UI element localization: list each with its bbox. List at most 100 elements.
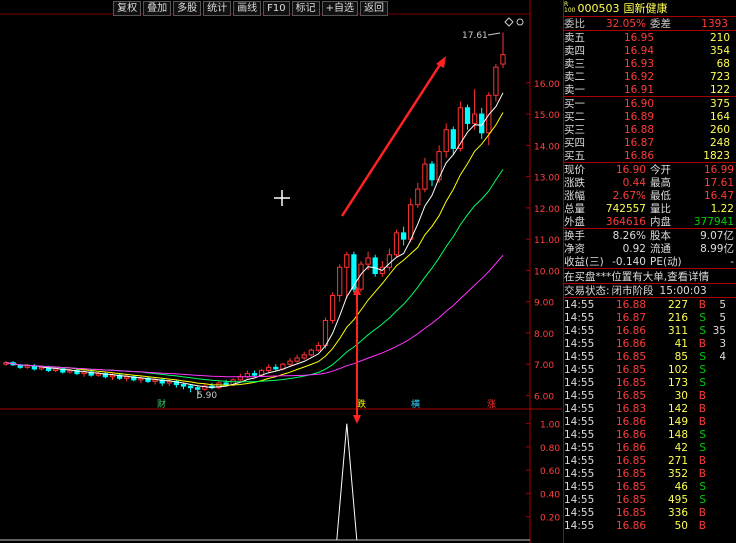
trade-state-value: 闭市阶段 xyxy=(611,285,654,297)
tick-price: 16.83 xyxy=(615,402,646,415)
buy-order-price: 16.87 xyxy=(623,136,654,149)
toolbar-button-4[interactable]: 画线 xyxy=(233,1,262,16)
big-order-notice[interactable]: 在买盘***位置有大单,查看详情 xyxy=(564,268,736,283)
tick-price: 16.86 xyxy=(615,441,646,454)
toolbar-button-0[interactable]: 复权 xyxy=(113,1,142,16)
candle-body xyxy=(337,266,343,296)
stat-value: 16.47 xyxy=(703,189,734,202)
stat-label: 涨幅 xyxy=(564,190,585,202)
tick-time: 14:55 xyxy=(564,402,595,415)
toolbar-button-5[interactable]: F10 xyxy=(263,1,290,16)
sell-order-label: 卖一 xyxy=(564,84,585,96)
toolbar-button-6[interactable]: 标记 xyxy=(291,1,320,16)
circle-icon xyxy=(516,18,524,26)
stat-value: 0.44 xyxy=(622,176,646,189)
high-label-pointer xyxy=(487,32,501,36)
stat-value: 377941 xyxy=(693,215,734,228)
ma5-line xyxy=(5,92,504,388)
volume-tick-label: 1.00 xyxy=(540,421,560,431)
share-stats: 换手 8.26% 股本 9.07亿 净资 0.92 流通 8.99亿 收益(三) -0.140 PE… xyxy=(564,228,736,268)
candle-body xyxy=(223,382,229,386)
volume-tick-label: 0.20 xyxy=(540,514,560,524)
stock-name: 国新健康 xyxy=(623,2,668,15)
tick-time: 14:55 xyxy=(564,467,595,480)
tick-volume: 30 xyxy=(674,389,688,402)
price-tick-label: 14.00 xyxy=(534,142,560,152)
vertical-arrow-down-head xyxy=(353,415,361,424)
tick-row: 14:55 16.86 41 B 3 xyxy=(564,337,736,350)
tick-time: 14:55 xyxy=(564,298,595,311)
stat-value: 0.92 xyxy=(622,242,646,255)
buy-order-volume: 164 xyxy=(709,110,730,123)
tick-side: B xyxy=(698,337,706,350)
tick-price: 16.86 xyxy=(615,519,646,532)
tick-price: 16.85 xyxy=(615,389,646,402)
sell-order-row[interactable]: 卖一 16.91 122 xyxy=(564,83,736,97)
tick-price: 16.85 xyxy=(615,467,646,480)
candle-body xyxy=(301,354,307,359)
toolbar-button-7[interactable]: +自选 xyxy=(321,1,358,16)
stat-label: 外盘 xyxy=(564,216,585,228)
volume-tick-label: 0.40 xyxy=(540,490,560,500)
candle-body xyxy=(195,387,201,390)
candle-body xyxy=(38,366,45,370)
tick-price: 16.85 xyxy=(615,363,646,376)
buy-order-label: 买三 xyxy=(564,124,585,136)
tick-price: 16.86 xyxy=(615,324,646,337)
sell-order-row[interactable]: 卖三 16.93 68 xyxy=(564,57,736,71)
sell-order-price: 16.93 xyxy=(623,57,654,70)
sell-order-volume: 210 xyxy=(709,31,730,44)
stat-label: 现价 xyxy=(564,164,585,176)
sell-order-row[interactable]: 卖四 16.94 354 xyxy=(564,44,736,58)
sell-order-price: 16.91 xyxy=(623,83,654,96)
tick-count: 5 xyxy=(719,311,726,324)
tick-row: 14:55 16.85 85 S 4 xyxy=(564,350,736,363)
tick-volume: 85 xyxy=(674,350,688,363)
toolbar-button-8[interactable]: 返回 xyxy=(360,1,388,16)
kline-chart-svg[interactable]: 16.00 15.00 14.00 13.00 12.00 11.00 10.00 9.00 8… xyxy=(0,0,562,543)
stat-row: 总量 742557 量比 1.22 xyxy=(564,202,736,216)
buy-order-row[interactable]: 买二 16.89 164 xyxy=(564,110,736,124)
candle-body xyxy=(415,188,421,206)
stat-value: 364616 xyxy=(605,215,646,228)
tick-volume: 216 xyxy=(667,311,688,324)
buy-order-row[interactable]: 买一 16.90 375 xyxy=(564,97,736,111)
tick-price: 16.86 xyxy=(615,337,646,350)
tick-side: B xyxy=(698,519,706,532)
sell-order-price: 16.92 xyxy=(623,70,654,83)
stat-label: 总量 xyxy=(564,203,585,215)
stat-row: 净资 0.92 流通 8.99亿 xyxy=(564,242,736,256)
candle-body xyxy=(81,371,87,375)
event-marker-1: 跌 xyxy=(357,399,366,410)
tick-time: 14:55 xyxy=(564,376,595,389)
tick-time: 14:55 xyxy=(564,324,595,337)
stock-header: R 100 000503 国新健康 xyxy=(564,0,736,16)
tick-list[interactable]: 14:55 16.88 227 B 5 14:55 16.87 216 S 5 14:55 16.86… xyxy=(564,297,736,532)
buy-order-row[interactable]: 买四 16.87 248 xyxy=(564,136,736,150)
tick-side: S xyxy=(699,480,706,493)
buy-order-book: 买一 16.90 375 买二 16.89 164 买三 16.88 260 买四 16.87 248… xyxy=(564,96,736,162)
price-tick-label: 12.00 xyxy=(534,205,560,215)
toolbar-button-3[interactable]: 统计 xyxy=(203,1,232,16)
kline-chart-area[interactable]: 16.00 15.00 14.00 13.00 12.00 11.00 10.00 9.00 8… xyxy=(0,0,562,543)
buy-order-row[interactable]: 买五 16.86 1823 xyxy=(564,149,736,163)
tick-price: 16.85 xyxy=(615,506,646,519)
sell-order-row[interactable]: 卖二 16.92 723 xyxy=(564,70,736,84)
stat-value: 17.61 xyxy=(703,176,734,189)
diamond-icon xyxy=(504,17,514,27)
toolbar-button-1[interactable]: 叠加 xyxy=(143,1,172,16)
tick-price: 16.85 xyxy=(615,493,646,506)
toolbar-button-2[interactable]: 多股 xyxy=(173,1,202,16)
tick-volume: 50 xyxy=(674,519,688,532)
sell-order-row[interactable]: 卖五 16.95 210 xyxy=(564,31,736,45)
sell-order-volume: 354 xyxy=(709,44,730,57)
volume-spike-line xyxy=(336,423,358,541)
tick-volume: 102 xyxy=(667,363,688,376)
event-marker-2: 横 xyxy=(411,398,420,410)
tick-time: 14:55 xyxy=(564,454,595,467)
stat-row: 收益(三) -0.140 PE(动) - xyxy=(564,255,736,269)
notice-text[interactable]: 在买盘***位置有大单,查看详情 xyxy=(564,269,709,283)
buy-order-row[interactable]: 买三 16.88 260 xyxy=(564,123,736,137)
tick-count: 4 xyxy=(719,350,726,363)
candle-body xyxy=(53,368,59,371)
